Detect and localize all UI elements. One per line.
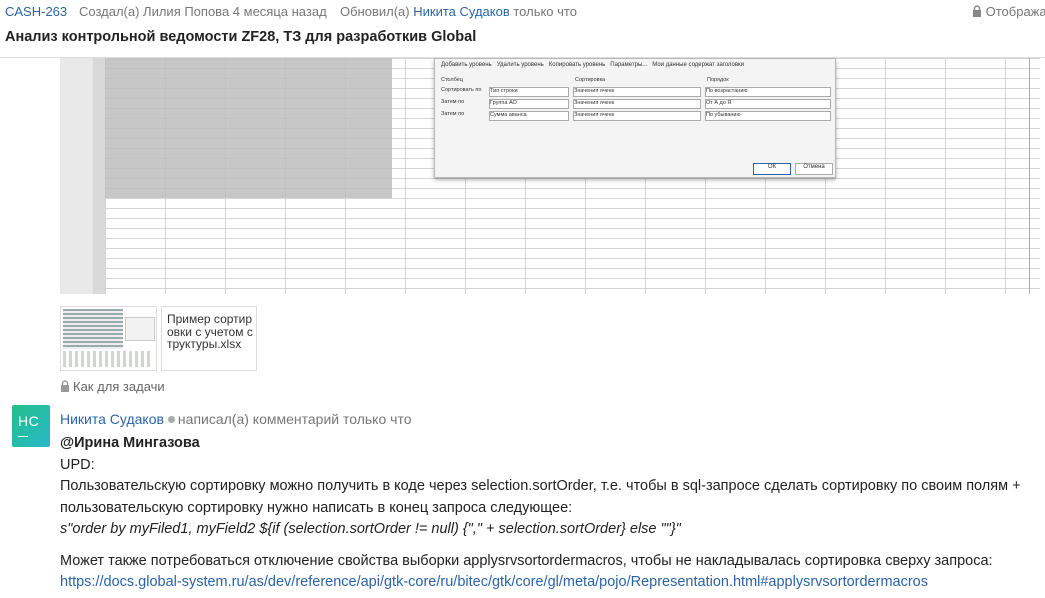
sort-row-sort: Значения ячеек [573,87,701,97]
lock-icon [61,380,69,392]
ok-button: ОК [753,163,791,175]
sort-row: Затем по Сумма аванса Значения ячеек По … [439,111,831,121]
thumb-part [125,317,155,341]
cancel-button: Отмена [795,163,833,175]
comment-text: Может также потребоваться отключение сво… [60,552,993,569]
attachment-file[interactable]: Пример сортировки с учетом структуры.xls… [161,306,257,371]
sort-row-order: По возрастанию [705,87,831,97]
sort-dialog: Добавить уровень Удалить уровень Копиров… [434,58,836,178]
excel-row-numbers [93,58,105,294]
sort-row-label: Сортировать по [441,87,482,93]
add-level-button: Добавить уровень [441,62,492,68]
sort-row-order: По убыванию [705,111,831,121]
thumb-part [63,351,153,367]
comment-header: Никита Судаков написал(а) комментарий тол… [60,411,411,427]
sort-row-label: Затем по [441,111,465,117]
sort-row-sort: Значения ячеек [573,111,701,121]
attachment-file-name: Пример сортировки с учетом структуры.xls… [167,312,253,351]
docs-link[interactable]: https://docs.global-system.ru/as/dev/ref… [60,574,928,590]
avatar[interactable]: НС [12,405,50,447]
excel-selection [105,58,392,198]
comment-text: Пользовательскую сортировку можно получи… [60,478,1021,516]
created-info: Создал(а) Лилия Попова 4 месяца назад [79,4,327,19]
headers-checkbox-label: Мои данные содержат заголовки [652,62,744,68]
excel-outline-panel [60,58,92,294]
updated-author-link[interactable]: Никита Судаков [413,4,510,19]
comment-action: написал(а) комментарий только что [177,411,412,427]
code-snippet: s"order by myFiled1, myField2 ${if (sele… [60,521,681,537]
col-header-column: Столбец [441,77,463,83]
sort-row-column: Группа АО [489,99,569,109]
col-header-sort: Сортировка [575,77,606,83]
sort-row: Затем по Группа АО Значения ячеек От А д… [439,99,831,109]
updated-info: Обновил(а) Никита Судаков только что [340,4,577,19]
copy-level-button: Копировать уровень [548,62,606,68]
lock-icon [973,5,981,17]
issue-header-bar: CASH-263 Создал(а) Лилия Попова 4 месяца… [0,0,1045,22]
comment-text: UPD: [60,456,95,473]
sort-row-order: От А до Я [705,99,831,109]
thumb-part [63,309,123,349]
visibility-text: Отобража [985,4,1045,19]
issue-title: Анализ контрольной ведомости ZF28, ТЗ дл… [5,29,477,45]
comment-visibility[interactable]: Как для задачи [60,379,165,394]
issue-key-link[interactable]: CASH-263 [5,4,67,19]
visibility-label: Как для задачи [73,379,165,394]
updated-suffix: только что [513,4,577,19]
sort-row: Сортировать по Тип строки Значения ячеек… [439,87,831,97]
visibility-toggle[interactable]: Отобража [972,4,1045,19]
delete-level-button: Удалить уровень [496,62,544,68]
attachment-thumbnail[interactable] [60,306,157,371]
comment-body: @Ирина Мингазова UPD: Пользовательскую с… [60,433,1040,594]
params-button: Параметры... [610,62,648,68]
sort-row-label: Затем по [441,99,465,105]
sort-row-sort: Значения ячеек [573,99,701,109]
dialog-column-headers: Столбец Сортировка Порядок [439,77,831,86]
embedded-screenshot[interactable]: Добавить уровень Удалить уровень Копиров… [60,58,1040,294]
sort-row-column: Тип строки [489,87,569,97]
screenshot-edge [1029,58,1030,294]
avatar-underline [18,436,28,437]
col-header-order: Порядок [707,77,729,83]
status-dot-icon [167,416,175,423]
mention-link[interactable]: @Ирина Мингазова [60,433,1040,455]
comment-author-link[interactable]: Никита Судаков [60,411,164,427]
sort-row-column: Сумма аванса [489,111,569,121]
dialog-toolbar: Добавить уровень Удалить уровень Копиров… [441,62,744,68]
updated-prefix: Обновил(а) [340,4,410,19]
avatar-initials: НС [18,413,40,429]
